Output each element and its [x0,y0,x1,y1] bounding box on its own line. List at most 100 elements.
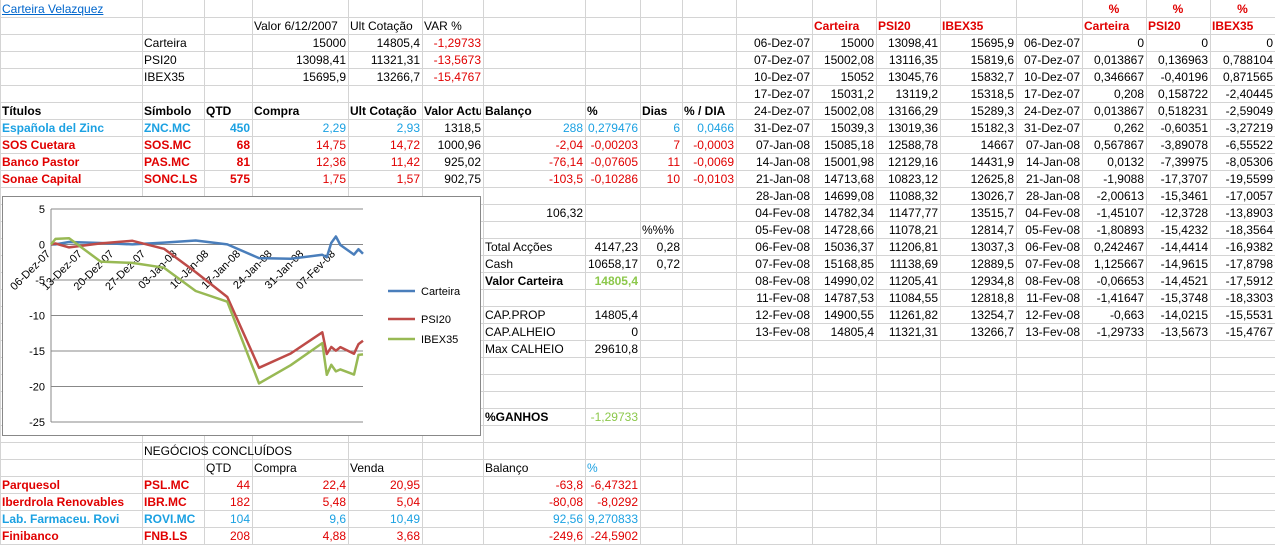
history-carteira[interactable]: 14787,53 [814,290,874,307]
variation-date[interactable]: 12-Fev-08 [1018,307,1080,324]
variation-carteira[interactable]: -0,663 [1084,307,1144,324]
summary-valor[interactable]: 15000 [254,35,346,52]
variation-header[interactable]: IBEX35 [1212,18,1273,35]
variation-date[interactable]: 05-Fev-08 [1018,222,1080,239]
closed-qtd[interactable]: 44 [206,477,250,494]
cash-pct[interactable]: 0,72 [642,256,680,273]
cash-value[interactable]: 10658,17 [587,256,638,273]
holding-balanco[interactable]: -76,14 [485,154,583,171]
closed-balanco[interactable]: 92,56 [485,511,583,528]
holding-qtd[interactable]: 575 [206,171,250,188]
variation-pct-label[interactable]: % [1148,1,1208,18]
variation-psi20[interactable]: -13,5673 [1148,324,1208,341]
variation-carteira[interactable]: 0 [1084,35,1144,52]
variation-psi20[interactable]: 0,136963 [1148,52,1208,69]
history-date[interactable]: 06-Fev-08 [738,239,810,256]
holding-ult[interactable]: 11,42 [350,154,420,171]
closed-compra[interactable]: 9,6 [254,511,346,528]
summary-ult[interactable]: 13266,7 [350,69,420,86]
variation-date[interactable]: 06-Dez-07 [1018,35,1080,52]
holding-compra[interactable]: 2,29 [254,120,346,137]
history-psi20[interactable]: 13019,36 [878,120,938,137]
history-psi20[interactable]: 11084,55 [878,290,938,307]
variation-ibex35[interactable]: 0,871565 [1212,69,1273,86]
closed-symbol[interactable]: PSL.MC [144,477,202,494]
variation-carteira[interactable]: -2,00613 [1084,188,1144,205]
variation-carteira[interactable]: -1,9088 [1084,171,1144,188]
holding-dias[interactable]: 10 [642,171,680,188]
closed-name[interactable]: Finibanco [2,528,140,545]
variation-date[interactable]: 13-Fev-08 [1018,324,1080,341]
holding-dias[interactable]: 11 [642,154,680,171]
variation-date[interactable]: 04-Fev-08 [1018,205,1080,222]
closed-venda[interactable]: 3,68 [350,528,420,545]
summary-label[interactable]: Carteira [144,35,202,52]
cap-alheio-value[interactable]: 0 [587,324,638,341]
variation-psi20[interactable]: 0,518231 [1148,103,1208,120]
history-ibex35[interactable]: 13254,7 [942,307,1014,324]
holdings-header[interactable]: % / DIA [684,103,734,120]
variation-carteira[interactable]: 0,242467 [1084,239,1144,256]
holdings-header[interactable]: Títulos [2,103,140,120]
variation-ibex35[interactable]: -8,05306 [1212,154,1273,171]
closed-symbol[interactable]: FNB.LS [144,528,202,545]
history-ibex35[interactable]: 14667 [942,137,1014,154]
history-ibex35[interactable]: 12934,8 [942,273,1014,290]
holding-balanco[interactable]: -2,04 [485,137,583,154]
history-carteira[interactable]: 14713,68 [814,171,874,188]
variation-ibex35[interactable]: -18,3303 [1212,290,1273,307]
variation-ibex35[interactable]: -17,5912 [1212,273,1273,290]
summary-valor[interactable]: 13098,41 [254,52,346,69]
history-carteira[interactable]: 14900,55 [814,307,874,324]
variation-date[interactable]: 21-Jan-08 [1018,171,1080,188]
history-psi20[interactable]: 13116,35 [878,52,938,69]
variation-date[interactable]: 07-Dez-07 [1018,52,1080,69]
holdings-header[interactable]: Dias [642,103,680,120]
holding-ult[interactable]: 2,93 [350,120,420,137]
variation-date[interactable]: 06-Fev-08 [1018,239,1080,256]
history-date[interactable]: 31-Dez-07 [738,120,810,137]
variation-date[interactable]: 07-Fev-08 [1018,256,1080,273]
holding-ult[interactable]: 1,57 [350,171,420,188]
variation-ibex35[interactable]: -17,0057 [1212,188,1273,205]
variation-psi20[interactable]: -14,0215 [1148,307,1208,324]
holding-valor[interactable]: 902,75 [424,171,481,188]
history-date[interactable]: 17-Dez-07 [738,86,810,103]
holding-pct-dia[interactable]: 0,0466 [684,120,734,137]
history-psi20[interactable]: 12588,78 [878,137,938,154]
closed-balanco[interactable]: -249,6 [485,528,583,545]
variation-carteira[interactable]: -1,41647 [1084,290,1144,307]
cap-alheio-label[interactable]: CAP.ALHEIO [485,324,583,341]
holding-pct[interactable]: -0,10286 [587,171,638,188]
history-ibex35[interactable]: 15182,3 [942,120,1014,137]
closed-venda[interactable]: 5,04 [350,494,420,511]
variation-header[interactable]: PSI20 [1148,18,1208,35]
history-carteira[interactable]: 15002,08 [814,103,874,120]
variation-ibex35[interactable]: -16,9382 [1212,239,1273,256]
total-sum[interactable]: 106,32 [485,205,583,222]
closed-deals-title[interactable]: NEGÓCIOS CONCLUÍDOS [144,443,346,460]
holding-symbol[interactable]: SONC.LS [144,171,202,188]
holding-name[interactable]: Española del Zinc [2,120,140,137]
history-psi20[interactable]: 11321,31 [878,324,938,341]
closed-pct[interactable]: -24,5902 [587,528,638,545]
closed-header[interactable]: % [587,460,638,477]
variation-psi20[interactable]: -15,4232 [1148,222,1208,239]
variation-carteira[interactable]: 0,262 [1084,120,1144,137]
history-psi20[interactable]: 12129,16 [878,154,938,171]
history-ibex35[interactable]: 14431,9 [942,154,1014,171]
holding-qtd[interactable]: 450 [206,120,250,137]
history-ibex35[interactable]: 15289,3 [942,103,1014,120]
history-date[interactable]: 10-Dez-07 [738,69,810,86]
holding-name[interactable]: Sonae Capital [2,171,140,188]
variation-date[interactable]: 17-Dez-07 [1018,86,1080,103]
closed-compra[interactable]: 5,48 [254,494,346,511]
holding-symbol[interactable]: ZNC.MC [144,120,202,137]
holding-qtd[interactable]: 68 [206,137,250,154]
variation-pct-label[interactable]: % [1212,1,1273,18]
history-date[interactable]: 07-Fev-08 [738,256,810,273]
closed-header[interactable]: Venda [350,460,420,477]
variation-psi20[interactable]: -0,40196 [1148,69,1208,86]
history-date[interactable]: 24-Dez-07 [738,103,810,120]
variation-psi20[interactable]: -3,89078 [1148,137,1208,154]
